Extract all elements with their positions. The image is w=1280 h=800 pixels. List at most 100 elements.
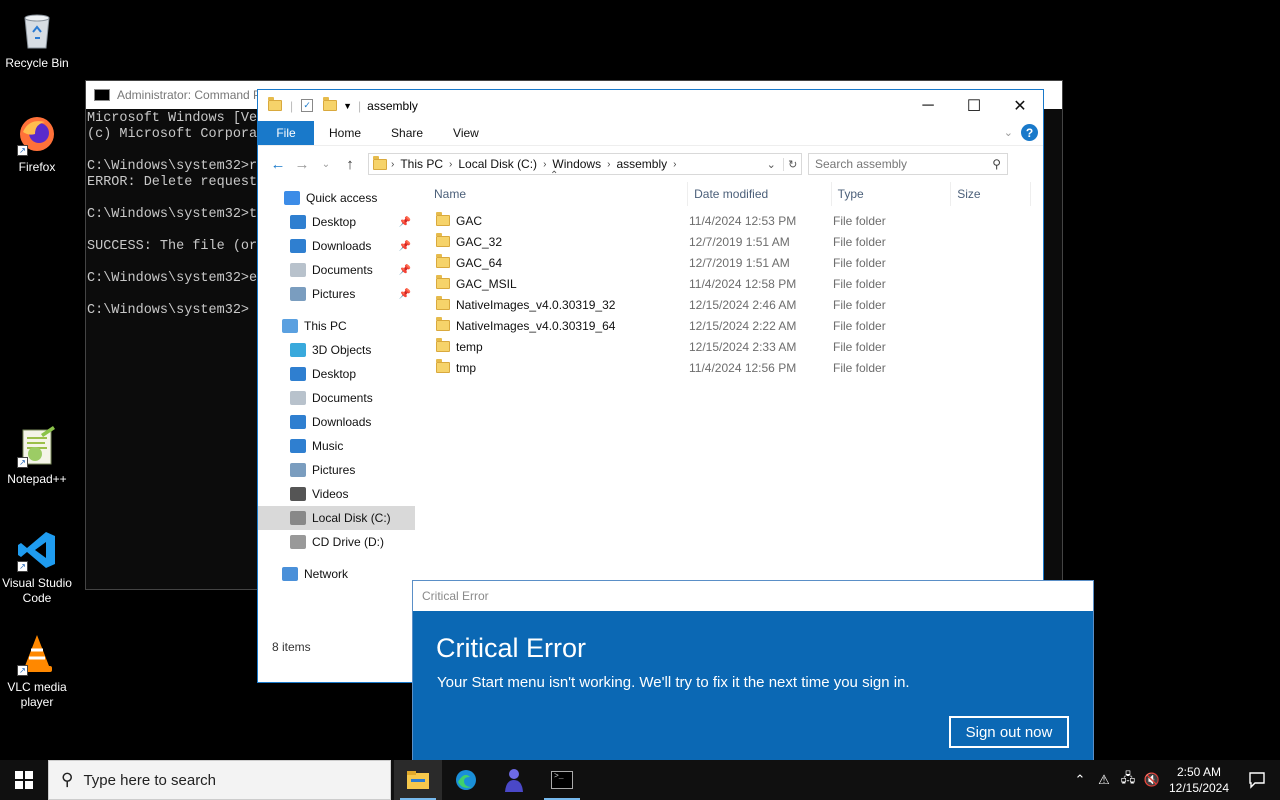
column-name[interactable]: Name (428, 182, 689, 206)
notifications-button[interactable] (1234, 771, 1280, 789)
command-prompt-icon: >_ (551, 771, 573, 789)
recycle-bin-icon (15, 8, 59, 52)
chevron-right-icon: › (607, 158, 611, 170)
quick-access-dropdown-icon[interactable]: ▼ (343, 101, 352, 111)
desktop-icon-recycle-bin[interactable]: Recycle Bin (0, 8, 74, 71)
new-folder-icon[interactable] (323, 97, 338, 111)
file-name: GAC_MSIL (456, 276, 517, 291)
nav-item-music[interactable]: Music (258, 434, 415, 458)
nav-item-documents[interactable]: Documents (258, 386, 415, 410)
file-name: NativeImages_v4.0.30319_64 (456, 318, 616, 333)
file-row[interactable]: tmp 11/4/2024 12:56 PM File folder (428, 357, 1031, 378)
column-size[interactable]: Size (951, 182, 1032, 206)
nav-item-this-pc[interactable]: This PC (258, 314, 415, 338)
status-bar-item-count: 8 items (272, 640, 311, 654)
search-input[interactable]: Search assembly (815, 157, 907, 171)
file-row[interactable]: GAC_32 12/7/2019 1:51 AM File folder (428, 231, 1031, 252)
nav-item-desktop[interactable]: Desktop (258, 362, 415, 386)
address-dropdown-icon[interactable]: ⌄ (767, 158, 776, 171)
search-box[interactable]: Search assembly ⚲ (808, 153, 1008, 175)
nav-item-videos[interactable]: Videos (258, 482, 415, 506)
nav-item-cd-drive-d[interactable]: CD Drive (D:) (258, 530, 415, 554)
column-date-modified[interactable]: Date modified (688, 182, 832, 206)
maximize-button[interactable]: ☐ (951, 90, 997, 121)
nav-item-label: Documents (312, 263, 373, 277)
taskbar-file-explorer[interactable] (394, 760, 442, 800)
file-name-cell: GAC (428, 212, 683, 228)
taskbar-search-input[interactable]: Type here to search (83, 772, 216, 789)
properties-icon[interactable]: ✓ (301, 99, 314, 112)
breadcrumb-this-pc[interactable]: This PC (400, 157, 443, 171)
up-button[interactable]: ↑ (338, 152, 362, 176)
desktop-icon-notepadpp[interactable]: ↗ Notepad++ (0, 424, 74, 487)
help-icon[interactable]: ? (1021, 124, 1038, 141)
nav-item-label: Videos (312, 487, 349, 501)
videos-icon (290, 487, 306, 501)
sign-out-now-button[interactable]: Sign out now (949, 716, 1069, 748)
nav-item-pictures[interactable]: Pictures (258, 458, 415, 482)
local-disk-icon (290, 511, 306, 525)
refresh-icon[interactable]: ↻ (783, 157, 797, 171)
minimize-button[interactable]: ─ (905, 90, 951, 121)
desktop-icon-vlc[interactable]: ↗ VLC media player (0, 632, 74, 710)
taskbar: ⚲ Type here to search >_ ⌃ ⚠ 🖧 🔇 2:50 AM… (0, 760, 1280, 800)
nav-item-label: Quick access (306, 191, 378, 205)
tab-share[interactable]: Share (376, 121, 438, 145)
shortcut-arrow-icon: ↗ (17, 457, 28, 468)
breadcrumb-windows[interactable]: Windows (552, 157, 601, 171)
explorer-titlebar[interactable]: | ✓ ▼ | assembly ─ ☐ ✕ (258, 90, 1043, 121)
network-icon (282, 567, 298, 581)
nav-item-downloads[interactable]: Downloads 📌 (258, 234, 415, 258)
file-row[interactable]: GAC 11/4/2024 12:53 PM File folder (428, 210, 1031, 231)
recent-locations-icon[interactable]: ⌄ (314, 152, 338, 176)
taskbar-edge[interactable] (442, 760, 490, 800)
desktop-icon-vscode[interactable]: ↗ Visual Studio Code (0, 528, 74, 606)
tab-file[interactable]: File (258, 121, 314, 145)
file-name-cell: NativeImages_v4.0.30319_32 (428, 296, 683, 312)
tab-home[interactable]: Home (314, 121, 376, 145)
nav-item-downloads[interactable]: Downloads (258, 410, 415, 434)
nav-item-pictures[interactable]: Pictures 📌 (258, 282, 415, 306)
nav-item-documents[interactable]: Documents 📌 (258, 258, 415, 282)
start-button[interactable] (0, 760, 48, 800)
nav-item-network[interactable]: Network (258, 562, 415, 586)
action-center-warning-icon[interactable]: ⚠ (1092, 772, 1116, 788)
pin-icon: 📌 (398, 240, 411, 252)
file-row[interactable]: GAC_MSIL 11/4/2024 12:58 PM File folder (428, 273, 1031, 294)
forward-button[interactable]: → (290, 152, 314, 176)
breadcrumb-assembly[interactable]: assembly (616, 157, 667, 171)
show-hidden-icons-chevron-icon[interactable]: ⌃ (1068, 772, 1092, 788)
dialog-titlebar[interactable]: Critical Error (413, 581, 1093, 611)
nav-item-3d-objects[interactable]: 3D Objects (258, 338, 415, 362)
critical-error-dialog[interactable]: Critical Error Critical Error Your Start… (412, 580, 1094, 773)
file-type: File folder (833, 318, 886, 333)
file-row[interactable]: NativeImages_v4.0.30319_32 12/15/2024 2:4… (428, 294, 1031, 315)
column-type[interactable]: Type (832, 182, 952, 206)
taskbar-app-figure[interactable] (490, 760, 538, 800)
network-icon[interactable]: 🖧 (1116, 769, 1140, 791)
file-type: File folder (833, 213, 886, 228)
volume-muted-icon[interactable]: 🔇 (1140, 772, 1164, 788)
cmd-scrollbar[interactable] (1045, 109, 1062, 589)
star-icon (284, 191, 300, 205)
back-button[interactable]: ← (266, 152, 290, 176)
file-date: 12/15/2024 2:33 AM (689, 339, 797, 354)
nav-item-local-disk-c[interactable]: Local Disk (C:) (258, 506, 415, 530)
shortcut-arrow-icon: ↗ (17, 561, 28, 572)
desktop-icon-label: Visual Studio Code (2, 576, 72, 605)
close-button[interactable]: ✕ (997, 90, 1043, 121)
nav-item-quick-access[interactable]: Quick access (258, 186, 415, 210)
taskbar-command-prompt[interactable]: >_ (538, 760, 586, 800)
breadcrumb-local-disk[interactable]: Local Disk (C:) (458, 157, 537, 171)
expand-ribbon-icon[interactable]: ⌄ (1004, 126, 1013, 139)
file-row[interactable]: temp 12/15/2024 2:33 AM File folder (428, 336, 1031, 357)
tab-view[interactable]: View (438, 121, 494, 145)
taskbar-search-box[interactable]: ⚲ Type here to search (48, 760, 391, 800)
file-row[interactable]: NativeImages_v4.0.30319_64 12/15/2024 2:2… (428, 315, 1031, 336)
file-name: tmp (456, 360, 477, 375)
file-row[interactable]: GAC_64 12/7/2019 1:51 AM File folder (428, 252, 1031, 273)
taskbar-clock[interactable]: 2:50 AM 12/15/2024 (1164, 764, 1234, 796)
desktop-icon-firefox[interactable]: ↗ Firefox (0, 112, 74, 175)
nav-item-desktop[interactable]: Desktop 📌 (258, 210, 415, 234)
address-bar[interactable]: › This PC › Local Disk (C:) › Windows › … (368, 153, 802, 175)
